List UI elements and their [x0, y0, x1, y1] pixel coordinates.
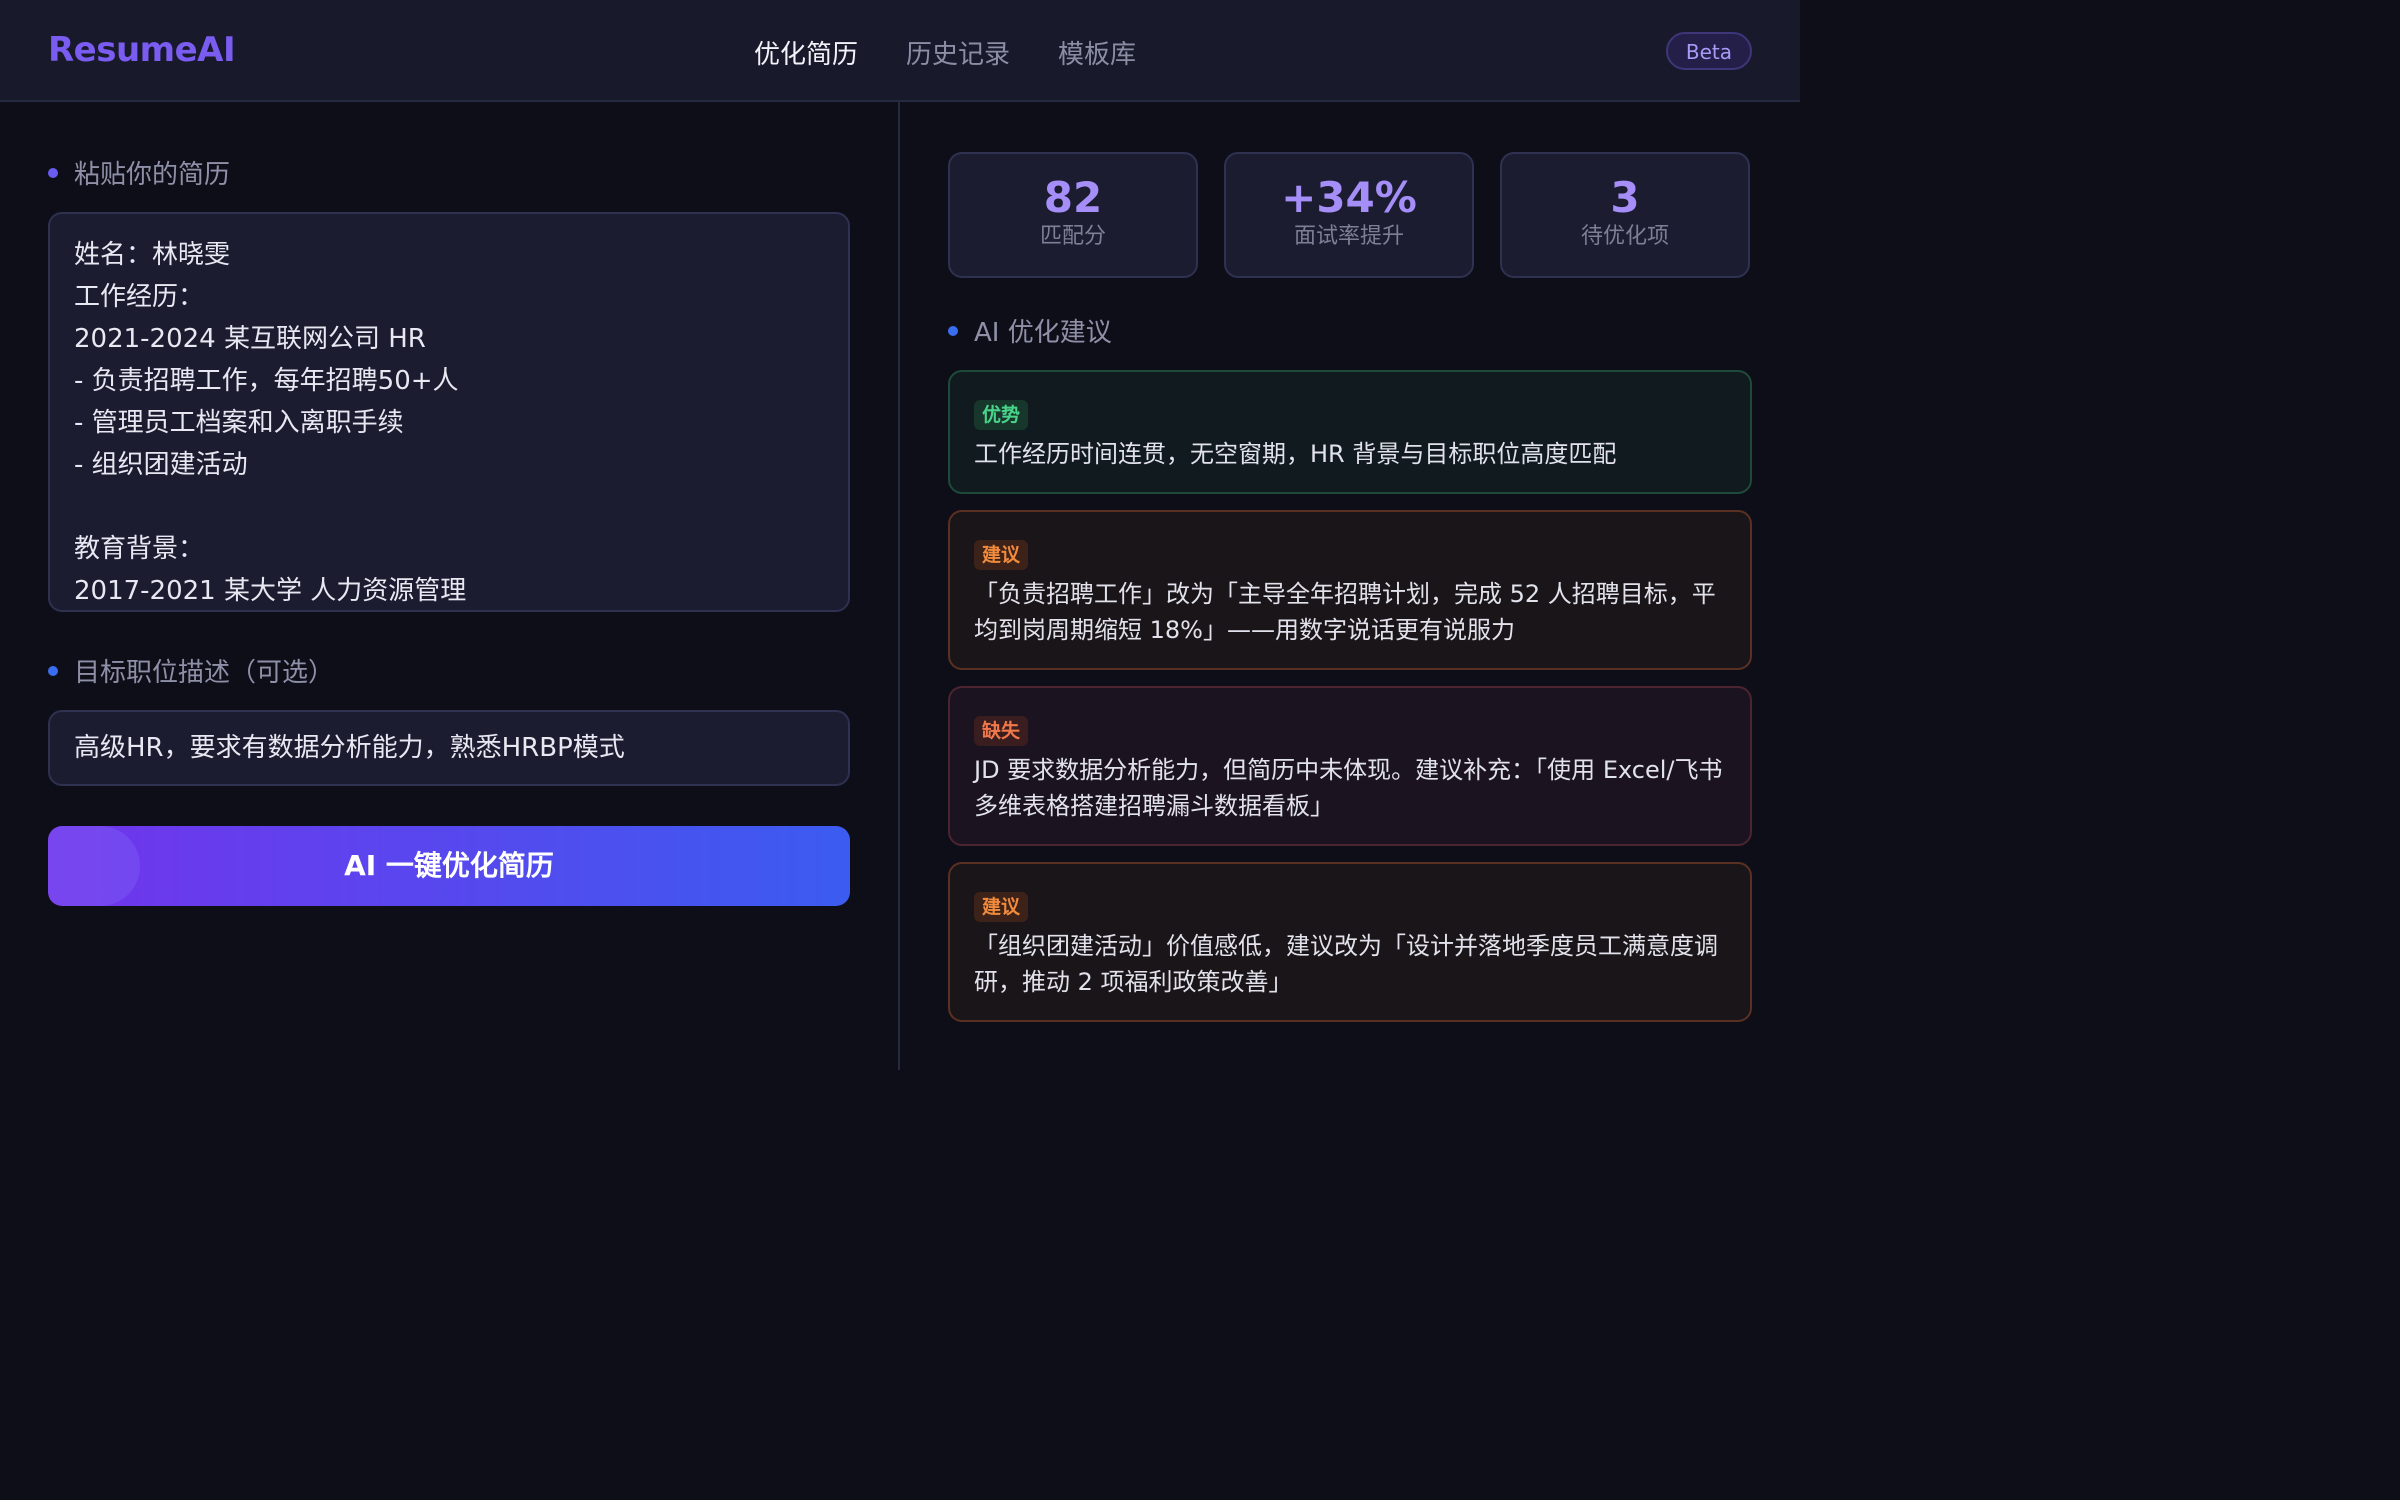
nav-templates[interactable]: 模板库 — [1058, 34, 1136, 71]
resume-line: - 管理员工档案和入离职手续 — [74, 408, 404, 438]
top-bar: ResumeAI 优化简历 历史记录 模板库 Beta — [0, 0, 1800, 102]
optimize-button-label: AI 一键优化简历 — [344, 849, 554, 882]
tag-strength: 优势 — [974, 400, 1029, 430]
stat-value: 3 — [1610, 173, 1640, 222]
suggestions-section-label: AI 优化建议 — [948, 312, 1112, 349]
stats-row: 82 匹配分 +34% 面试率提升 3 待优化项 — [948, 152, 1750, 278]
stat-pending-items: 3 待优化项 — [1500, 152, 1750, 278]
suggestions-label-text: AI 优化建议 — [974, 318, 1112, 348]
resume-line: 2021-2024 某互联网公司 HR — [74, 324, 426, 354]
tag-suggest: 建议 — [974, 540, 1029, 570]
suggestion-text: JD 要求数据分析能力，但简历中未体现。建议补充：「使用 Excel/飞书多维表… — [974, 756, 1723, 820]
stat-label: 匹配分 — [1039, 224, 1106, 249]
stat-match-score: 82 匹配分 — [948, 152, 1198, 278]
resume-textarea[interactable]: 姓名：林晓雯 工作经历： 2021-2024 某互联网公司 HR - 负责招聘工… — [48, 212, 850, 612]
resume-line: - 组织团建活动 — [74, 450, 248, 480]
suggestion-card-suggest: 建议 「组织团建活动」价值感低，建议改为「设计并落地季度员工满意度调研，推动 2… — [948, 862, 1752, 1022]
resume-line — [74, 486, 824, 528]
stat-value: +34% — [1281, 173, 1417, 222]
bullet-dot-icon — [48, 167, 58, 178]
suggestion-text: 「组织团建活动」价值感低，建议改为「设计并落地季度员工满意度调研，推动 2 项福… — [974, 932, 1718, 996]
app-logo[interactable]: ResumeAI — [48, 30, 236, 70]
beta-badge: Beta — [1665, 32, 1752, 70]
tag-suggest: 建议 — [974, 892, 1029, 922]
suggestion-text: 「负责招聘工作」改为「主导全年招聘计划，完成 52 人招聘目标，平均到岗周期缩短… — [974, 580, 1716, 644]
target-section-label: 目标职位描述（可选） — [48, 652, 334, 689]
button-shine — [48, 826, 140, 906]
suggestion-card-strength: 优势 工作经历时间连贯，无空窗期，HR 背景与目标职位高度匹配 — [948, 370, 1752, 494]
stat-label: 面试率提升 — [1293, 224, 1404, 249]
tag-missing: 缺失 — [974, 716, 1029, 746]
resume-line: 2017-2021 某大学 人力资源管理 — [74, 576, 467, 606]
nav-optimize-resume[interactable]: 优化简历 — [754, 34, 858, 71]
target-label-text: 目标职位描述（可选） — [74, 658, 335, 688]
suggestion-card-suggest: 建议 「负责招聘工作」改为「主导全年招聘计划，完成 52 人招聘目标，平均到岗周… — [948, 510, 1752, 670]
nav-history[interactable]: 历史记录 — [906, 34, 1010, 71]
panel-divider — [898, 102, 900, 1070]
resume-section-label: 粘贴你的简历 — [48, 154, 230, 191]
main-nav: 优化简历 历史记录 模板库 — [754, 34, 1136, 71]
stat-label: 待优化项 — [1580, 224, 1669, 249]
resume-line: 教育背景： — [74, 534, 205, 564]
resume-label-text: 粘贴你的简历 — [74, 160, 231, 190]
target-job-input[interactable]: 高级HR，要求有数据分析能力，熟悉HRBP模式 — [48, 710, 850, 786]
bullet-dot-icon — [48, 665, 58, 676]
stat-interview-rate: +34% 面试率提升 — [1224, 152, 1474, 278]
resume-line: 姓名：林晓雯 — [74, 240, 231, 270]
resume-line: - 负责招聘工作，每年招聘50+人 — [74, 366, 459, 396]
suggestion-text: 工作经历时间连贯，无空窗期，HR 背景与目标职位高度匹配 — [974, 440, 1617, 468]
suggestion-card-missing: 缺失 JD 要求数据分析能力，但简历中未体现。建议补充：「使用 Excel/飞书… — [948, 686, 1752, 846]
resume-line: 工作经历： — [74, 282, 205, 312]
optimize-resume-button[interactable]: AI 一键优化简历 — [48, 826, 850, 906]
stat-value: 82 — [1043, 173, 1103, 222]
bullet-dot-icon — [948, 325, 958, 336]
app: ResumeAI 优化简历 历史记录 模板库 Beta 粘贴你的简历 姓名：林晓… — [0, 0, 1800, 1070]
